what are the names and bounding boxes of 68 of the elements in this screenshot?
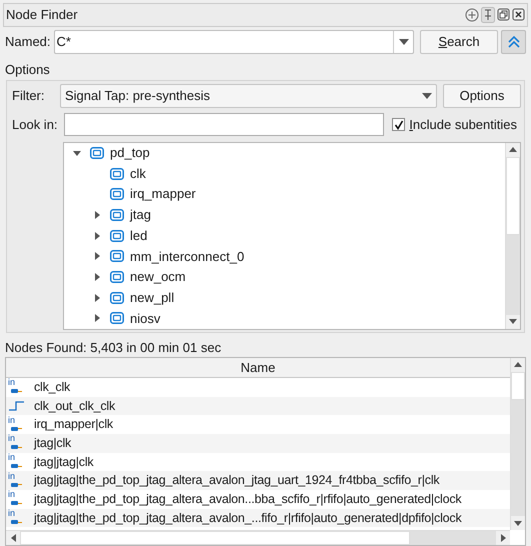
options-section-label: Options bbox=[4, 60, 51, 78]
search-button[interactable]: Search bbox=[420, 30, 498, 54]
expand-arrow-icon[interactable] bbox=[93, 232, 101, 240]
include-subentities-label: Include subentities bbox=[409, 116, 518, 134]
node-name-cell[interactable]: jtag|jtag|the_pd_top_jtag_altera_avalon...bba_scfifo_r|rfifo|auto_generated|clock bbox=[34, 490, 462, 509]
scroll-down-arrow-icon[interactable] bbox=[509, 319, 517, 324]
collapse-arrow-icon[interactable] bbox=[73, 148, 81, 157]
tree-item[interactable]: irq_mapper bbox=[130, 184, 196, 204]
expand-arrow-icon[interactable] bbox=[93, 210, 101, 219]
scroll-right-arrow-icon[interactable] bbox=[500, 534, 506, 542]
horizontal-scrollbar[interactable] bbox=[6, 530, 510, 545]
look-in-label: Look in: bbox=[11, 116, 59, 134]
dropdown-caret-icon bbox=[398, 38, 408, 45]
node-name-cell[interactable]: jtag|jtag|the_pd_top_jtag_altera_avalon_jtag_uart_1924_fr4tbba_scfifo_r|clk bbox=[34, 471, 440, 490]
module-icon bbox=[110, 168, 124, 180]
scroll-up-arrow-icon[interactable] bbox=[509, 147, 517, 152]
named-combo-box[interactable]: C* bbox=[54, 30, 414, 54]
node-name-cell[interactable]: jtag|jtag|clk bbox=[34, 452, 94, 472]
node-name-cell[interactable]: jtag|clk bbox=[34, 434, 72, 453]
window-title: Node Finder bbox=[6, 6, 79, 24]
node-name-cell[interactable]: jtag|jtag|the_pd_top_jtag_altera_avalon_...fifo_r|rfifo|auto_generated|dpfifo|clock bbox=[34, 508, 462, 528]
scrollbar-thumb[interactable] bbox=[506, 156, 520, 235]
tree-item[interactable]: led bbox=[130, 226, 148, 246]
filter-dropdown[interactable]: Signal Tap: pre-synthesis bbox=[60, 84, 437, 108]
expand-arrow-icon[interactable] bbox=[93, 252, 101, 260]
tree-item[interactable]: clk bbox=[130, 164, 146, 184]
scroll-left-arrow-icon[interactable] bbox=[10, 534, 16, 542]
vertical-scrollbar[interactable] bbox=[505, 142, 520, 329]
float-window-icon[interactable] bbox=[497, 8, 510, 22]
scrollbar-thumb[interactable] bbox=[20, 531, 410, 545]
module-icon bbox=[110, 250, 124, 262]
module-icon bbox=[90, 146, 104, 159]
tree-item[interactable]: new_pll bbox=[130, 288, 174, 308]
options-button[interactable]: Options bbox=[443, 84, 521, 108]
dropdown-caret-icon bbox=[422, 92, 432, 99]
double-chevron-up-icon bbox=[506, 34, 520, 49]
tree-item[interactable]: niosv bbox=[130, 308, 160, 328]
collapse-options-button[interactable] bbox=[501, 30, 526, 54]
scroll-up-arrow-icon[interactable] bbox=[514, 362, 522, 368]
named-label: Named: bbox=[5, 32, 51, 51]
add-icon[interactable] bbox=[465, 8, 479, 22]
include-subentities-checkbox[interactable] bbox=[392, 118, 406, 132]
node-name-cell[interactable]: clk_clk bbox=[34, 378, 70, 397]
module-icon bbox=[110, 208, 124, 221]
clock-signal-icon bbox=[8, 400, 26, 411]
filter-label: Filter: bbox=[11, 86, 46, 105]
column-header[interactable]: Name bbox=[6, 358, 510, 377]
module-icon bbox=[110, 312, 124, 324]
module-icon bbox=[110, 292, 124, 304]
scrollbar-thumb[interactable] bbox=[511, 372, 525, 400]
pin-icon[interactable] bbox=[481, 6, 495, 23]
look-in-field[interactable] bbox=[64, 113, 384, 136]
tree-item[interactable]: mm_interconnect_0 bbox=[130, 246, 244, 266]
expand-arrow-icon[interactable] bbox=[93, 294, 101, 302]
module-icon bbox=[110, 270, 124, 283]
scroll-down-arrow-icon[interactable] bbox=[514, 520, 522, 526]
expand-arrow-icon[interactable] bbox=[93, 272, 101, 281]
tree-item[interactable]: new_ocm bbox=[130, 267, 186, 287]
module-icon bbox=[110, 230, 124, 242]
expand-arrow-icon[interactable] bbox=[93, 314, 101, 322]
tree-item[interactable]: pd_top bbox=[110, 143, 150, 163]
nodes-found-status: Nodes Found: 5,403 in 00 min 01 sec bbox=[4, 338, 222, 356]
node-name-cell[interactable]: clk_out_clk_clk bbox=[34, 396, 116, 416]
node-name-cell[interactable]: irq_mapper|clk bbox=[34, 415, 113, 434]
tree-item[interactable]: jtag bbox=[130, 205, 151, 225]
close-icon[interactable] bbox=[512, 8, 525, 22]
vertical-scrollbar[interactable] bbox=[510, 358, 525, 530]
module-icon bbox=[110, 188, 124, 200]
